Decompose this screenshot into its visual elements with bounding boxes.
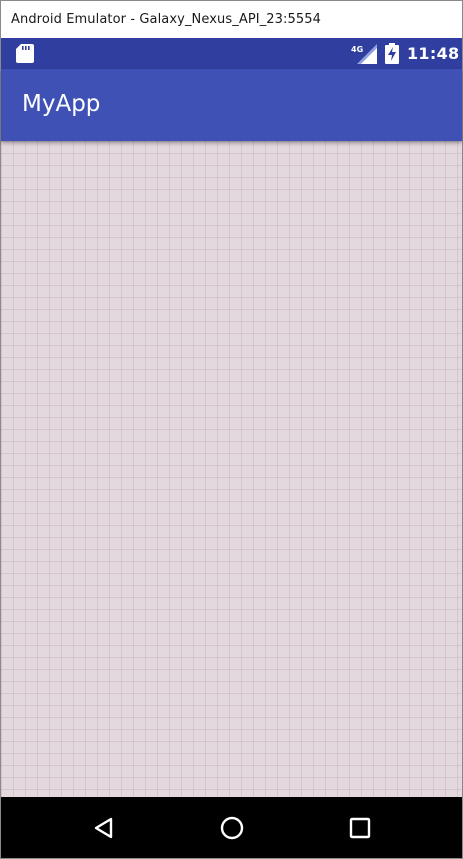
- signal-4g-icon: 4G: [351, 44, 377, 64]
- emulator-window: Android Emulator - Galaxy_Nexus_API_23:5…: [0, 0, 463, 859]
- battery-charging-icon: [385, 43, 399, 64]
- app-title: MyApp: [22, 91, 101, 117]
- app-bar: MyApp: [1, 69, 462, 141]
- status-bar[interactable]: 4G 11:48: [1, 38, 462, 69]
- back-icon[interactable]: [87, 811, 121, 845]
- recents-icon[interactable]: [343, 811, 377, 845]
- network-type-label: 4G: [351, 45, 363, 54]
- app-content-area[interactable]: [1, 141, 462, 797]
- navigation-bar: [1, 797, 462, 858]
- sd-card-icon: [16, 44, 34, 63]
- home-icon[interactable]: [215, 811, 249, 845]
- status-clock: 11:48: [407, 44, 460, 63]
- emulator-title-bar[interactable]: Android Emulator - Galaxy_Nexus_API_23:5…: [1, 1, 462, 38]
- emulator-window-title: Android Emulator - Galaxy_Nexus_API_23:5…: [11, 12, 322, 27]
